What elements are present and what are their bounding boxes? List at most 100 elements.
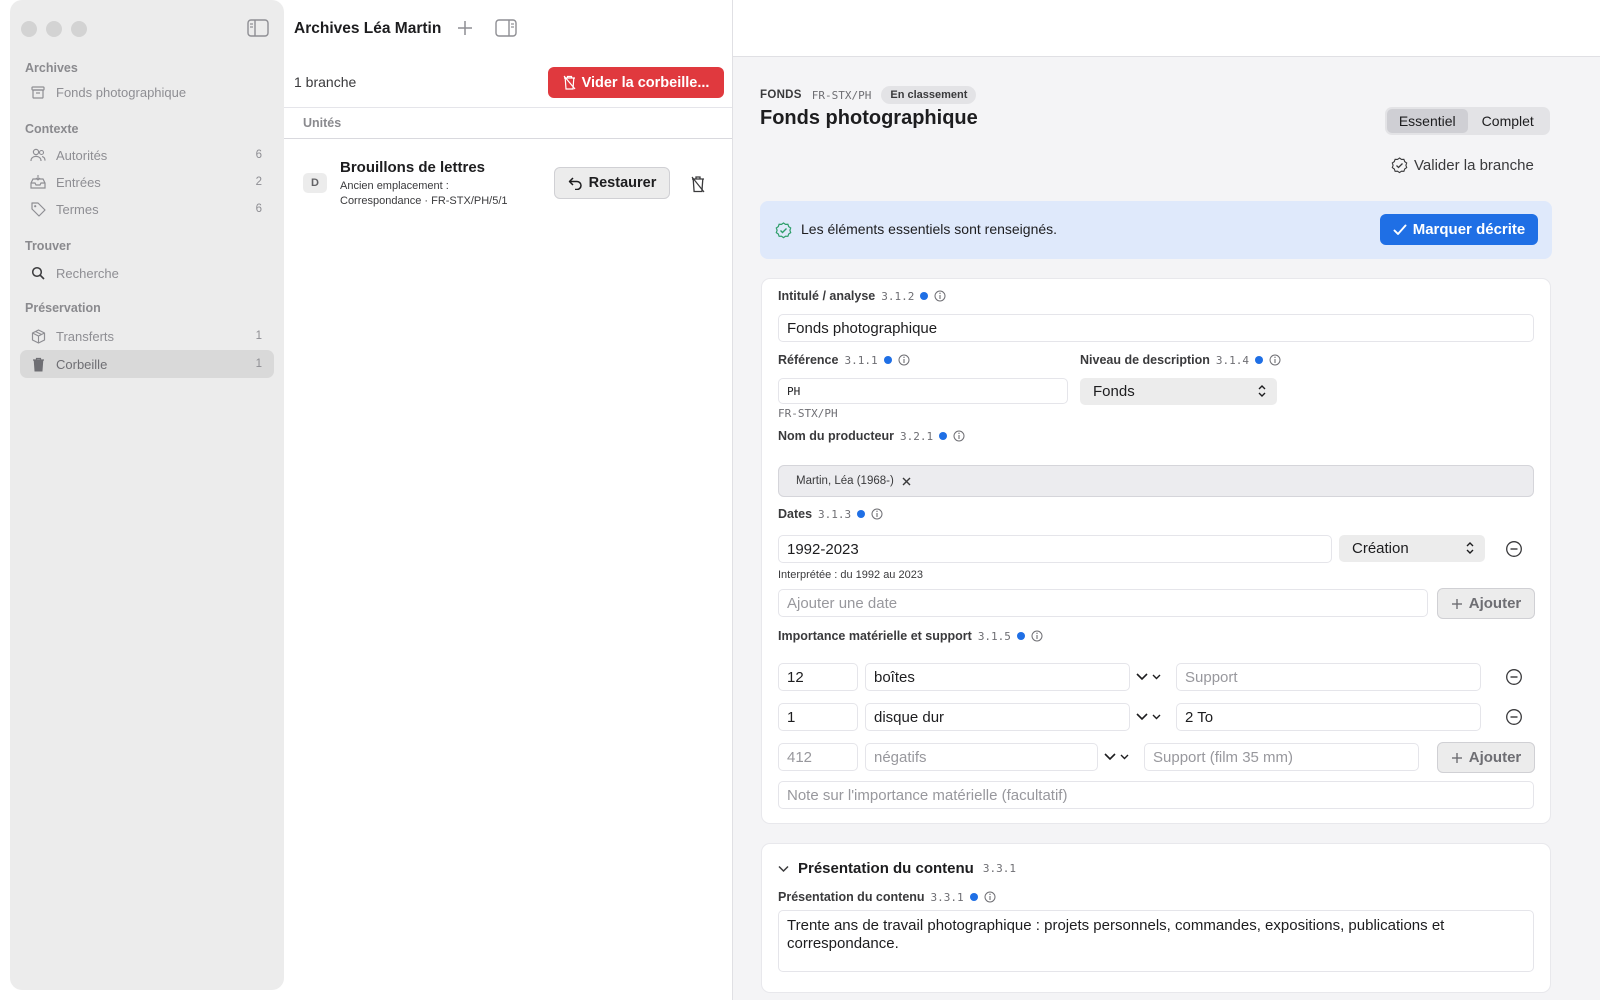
- date-input[interactable]: 1992-2023: [778, 535, 1332, 563]
- item-subtitle: Ancien emplacement : Correspondance · FR…: [340, 179, 540, 209]
- delete-permanently-icon[interactable]: [690, 175, 706, 193]
- record-title: Fonds photographique: [760, 107, 978, 129]
- add-date-button[interactable]: Ajouter: [1437, 588, 1535, 619]
- date-type-select[interactable]: Création: [1339, 535, 1485, 562]
- sidebar-item-label: Recherche: [56, 265, 119, 281]
- info-icon[interactable]: [1269, 354, 1281, 366]
- chevron-down-icon[interactable]: [1135, 670, 1165, 684]
- field-label-content: Présentation du contenu 3.3.1: [778, 890, 996, 904]
- item-title: Brouillons de lettres: [340, 159, 486, 176]
- column-header-unites[interactable]: Unités: [303, 116, 341, 130]
- date-interpretation-hint: Interprétée : du 1992 au 2023: [778, 569, 923, 581]
- mark-described-button[interactable]: Marquer décrite: [1380, 214, 1538, 245]
- sidebar-item-label: Fonds photographique: [56, 84, 187, 100]
- remove-extent-icon[interactable]: [1505, 668, 1523, 686]
- extent-note-input[interactable]: Note sur l'importance matérielle (facult…: [778, 781, 1534, 809]
- empty-trash-label: Vider la corbeille...: [581, 74, 710, 91]
- label-text: Présentation du contenu: [778, 890, 925, 904]
- detail-toolbar: [733, 0, 1600, 57]
- label-text: Intitulé / analyse: [778, 289, 876, 303]
- required-dot: [883, 356, 892, 364]
- sidebar-item-corbeille[interactable]: Corbeille 1: [20, 350, 274, 378]
- label-text: Importance matérielle et support: [778, 629, 972, 643]
- completeness-banner: Les éléments essentiels sont renseignés.…: [760, 201, 1552, 259]
- info-icon[interactable]: [898, 354, 910, 366]
- record-level: FONDS: [760, 89, 802, 101]
- sidebar-item-label: Transferts: [56, 328, 115, 344]
- plus-icon: [1451, 598, 1462, 609]
- reference-full-hint: FR-STX/PH: [778, 407, 838, 420]
- info-icon[interactable]: [984, 891, 996, 903]
- info-icon[interactable]: [934, 290, 946, 302]
- label-text: Dates: [778, 507, 813, 521]
- remove-date-icon[interactable]: [1505, 540, 1523, 558]
- detail-panel: FONDS FR-STX/PH En classement Fonds phot…: [733, 0, 1600, 1000]
- field-label-creator: Nom du producteur 3.2.1: [778, 429, 965, 443]
- sidebar-item-entrees[interactable]: Entrées 2: [20, 168, 274, 196]
- sidebar-item-fonds-photographique[interactable]: Fonds photographique: [20, 78, 274, 106]
- required-dot: [1255, 356, 1264, 364]
- restore-button[interactable]: Restaurer: [554, 167, 670, 199]
- extent-qty-input[interactable]: 12: [778, 663, 858, 691]
- extent-unit-input[interactable]: boîtes: [865, 663, 1130, 691]
- sidebar-item-label: Termes: [56, 201, 99, 217]
- remove-extent-icon[interactable]: [1505, 708, 1523, 726]
- plus-icon[interactable]: [456, 19, 474, 37]
- section-title: Présentation du contenu: [798, 860, 974, 877]
- sidebar-item-autorites[interactable]: Autorités 6: [20, 141, 274, 169]
- required-dot: [857, 510, 866, 518]
- extent-unit-input[interactable]: disque dur: [865, 703, 1130, 731]
- view-mode-segmented-control: Essentiel Complet: [1385, 107, 1550, 135]
- info-icon[interactable]: [871, 508, 883, 520]
- minimize-window-button[interactable]: [46, 21, 62, 37]
- zoom-window-button[interactable]: [71, 21, 87, 37]
- remove-token-icon[interactable]: [902, 477, 911, 486]
- sidebar-item-label: Corbeille: [56, 356, 108, 372]
- undo-arrow-icon: [568, 177, 582, 190]
- sidebar-item-count: 6: [255, 149, 262, 161]
- content-textarea[interactable]: Trente ans de travail photographique : p…: [778, 910, 1534, 972]
- inspector-toggle-icon[interactable]: [495, 19, 517, 37]
- sidebar-item-recherche[interactable]: Recherche: [20, 259, 274, 287]
- sidebar-toggle-icon[interactable]: [247, 19, 269, 37]
- title-input[interactable]: Fonds photographique: [778, 314, 1534, 342]
- new-extent-qty-input[interactable]: 412: [778, 743, 858, 771]
- new-extent-unit-input[interactable]: négatifs: [865, 743, 1098, 771]
- reference-input[interactable]: PH: [778, 378, 1068, 404]
- required-dot: [920, 292, 929, 300]
- isad-code: 3.1.4: [1215, 353, 1250, 367]
- sidebar-group-archives: Archives: [25, 61, 78, 75]
- creator-token-field[interactable]: Martin, Léa (1968-): [778, 465, 1534, 497]
- close-window-button[interactable]: [21, 21, 37, 37]
- extent-support-input[interactable]: 2 To: [1176, 703, 1481, 731]
- extent-support-input[interactable]: Support: [1176, 663, 1481, 691]
- info-icon[interactable]: [953, 430, 965, 442]
- field-label-reference: Référence 3.1.1: [778, 353, 910, 367]
- add-date-input[interactable]: Ajouter une date: [778, 589, 1428, 617]
- restore-label: Restaurer: [588, 175, 657, 191]
- creator-token: Martin, Léa (1968-): [796, 475, 894, 487]
- level-select[interactable]: Fonds: [1080, 378, 1277, 405]
- extent-qty-input[interactable]: 1: [778, 703, 858, 731]
- window-title: Archives Léa Martin: [294, 20, 442, 37]
- tag-icon: [30, 201, 46, 217]
- inbox-icon: [30, 174, 46, 190]
- new-extent-support-input[interactable]: Support (film 35 mm): [1144, 743, 1419, 771]
- validate-branch-button[interactable]: Valider la branche: [1391, 157, 1534, 174]
- empty-trash-button[interactable]: Vider la corbeille...: [548, 67, 724, 98]
- checkmark-seal-icon: [1391, 157, 1408, 174]
- validate-branch-label: Valider la branche: [1414, 157, 1534, 174]
- isad-code: 3.1.2: [881, 289, 915, 303]
- segment-essentiel[interactable]: Essentiel: [1387, 109, 1468, 133]
- chevron-down-icon[interactable]: [1135, 710, 1165, 724]
- info-icon[interactable]: [1031, 630, 1043, 642]
- section-header-content[interactable]: Présentation du contenu 3.3.1: [778, 860, 1016, 877]
- chevron-down-icon[interactable]: [1103, 750, 1133, 764]
- old-location-path: Correspondance · FR-STX/PH/5/1: [340, 195, 508, 207]
- updown-chevron-icon: [1258, 385, 1266, 397]
- isad-code: 3.1.3: [818, 507, 852, 521]
- add-extent-button[interactable]: Ajouter: [1437, 742, 1535, 773]
- segment-complet[interactable]: Complet: [1468, 109, 1549, 133]
- sidebar-item-termes[interactable]: Termes 6: [20, 195, 274, 223]
- sidebar-item-transferts[interactable]: Transferts 1: [20, 322, 274, 350]
